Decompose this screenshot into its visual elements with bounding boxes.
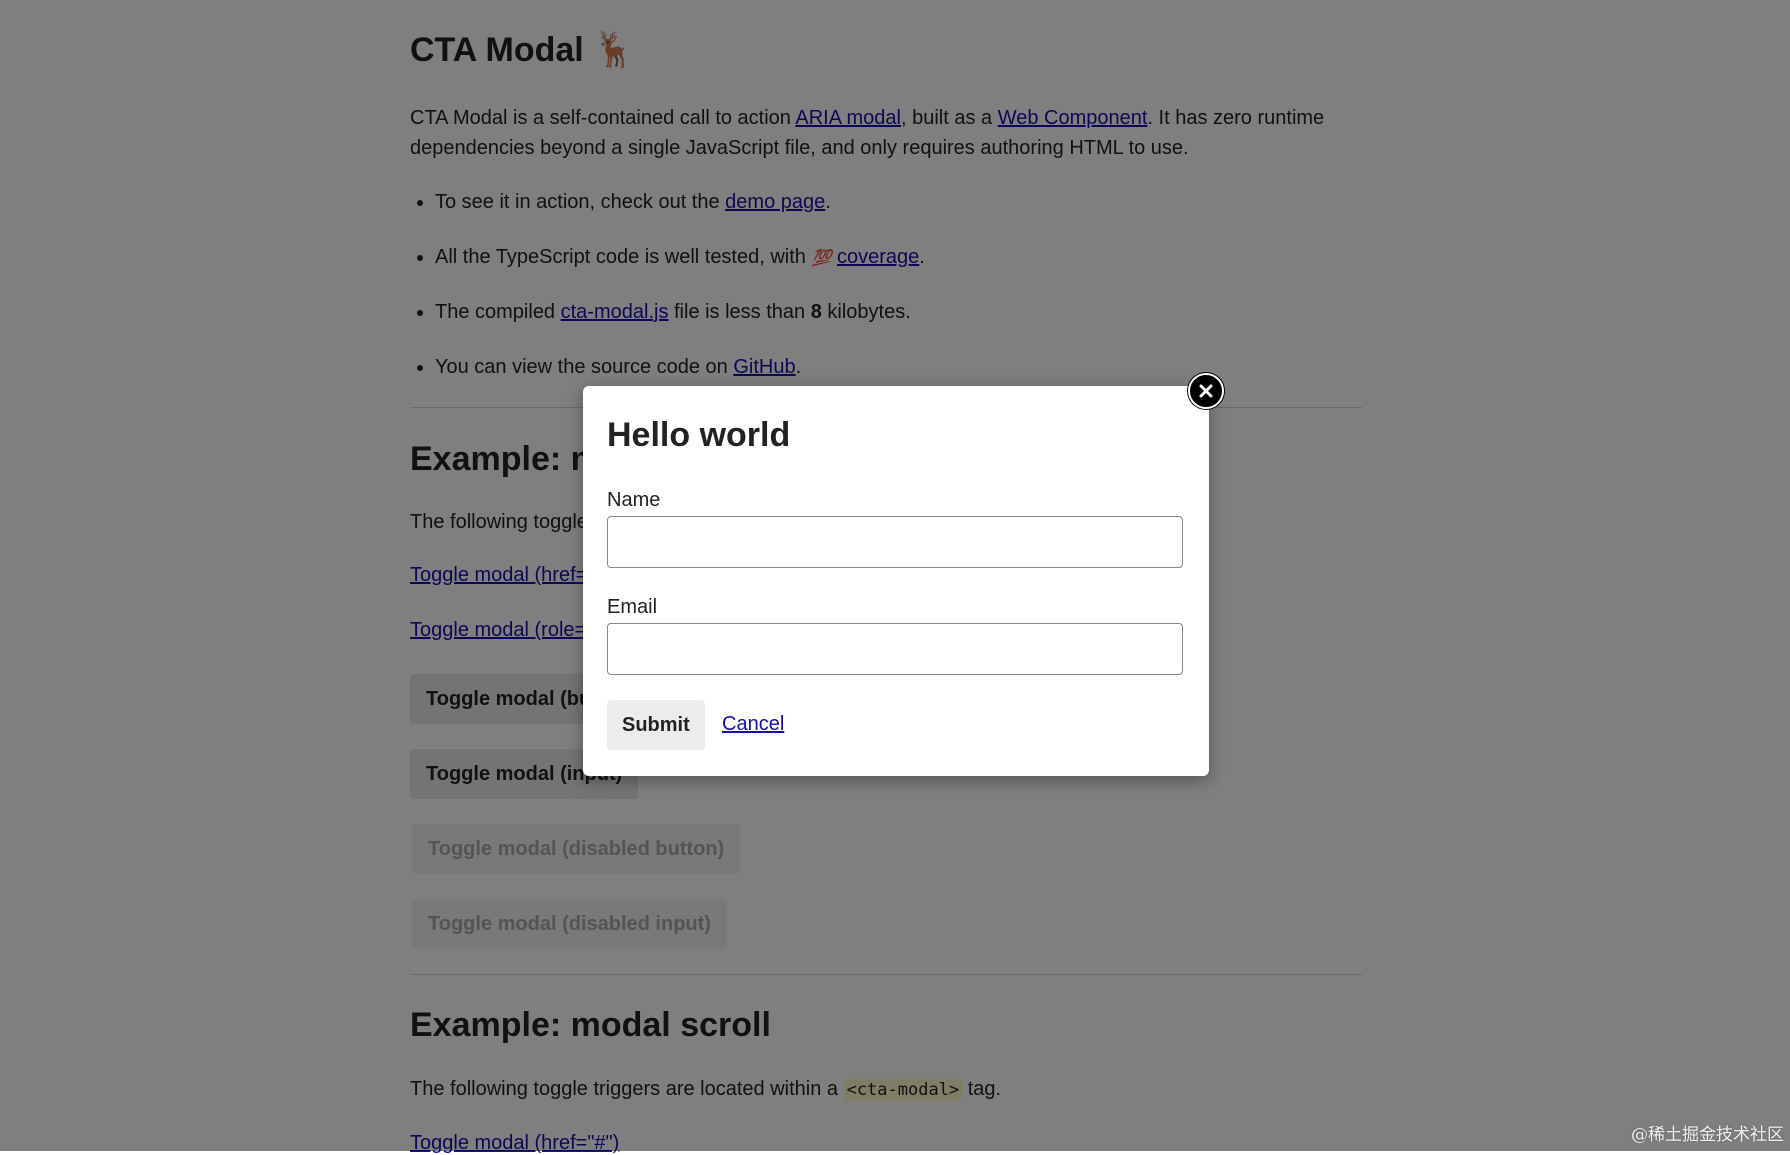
watermark: @稀土掘金技术社区: [1631, 1125, 1784, 1145]
name-input[interactable]: [607, 516, 1183, 568]
modal-close-button[interactable]: [1188, 373, 1224, 409]
email-label: Email: [607, 596, 658, 618]
cancel-link[interactable]: Cancel: [722, 713, 784, 736]
close-icon: [1199, 384, 1213, 398]
name-label: Name: [607, 489, 661, 511]
submit-button[interactable]: Submit: [607, 700, 705, 750]
modal-dialog: Hello world Name Email Submit Cancel: [583, 386, 1209, 776]
modal-title: Hello world: [607, 416, 791, 454]
email-input[interactable]: [607, 623, 1183, 675]
